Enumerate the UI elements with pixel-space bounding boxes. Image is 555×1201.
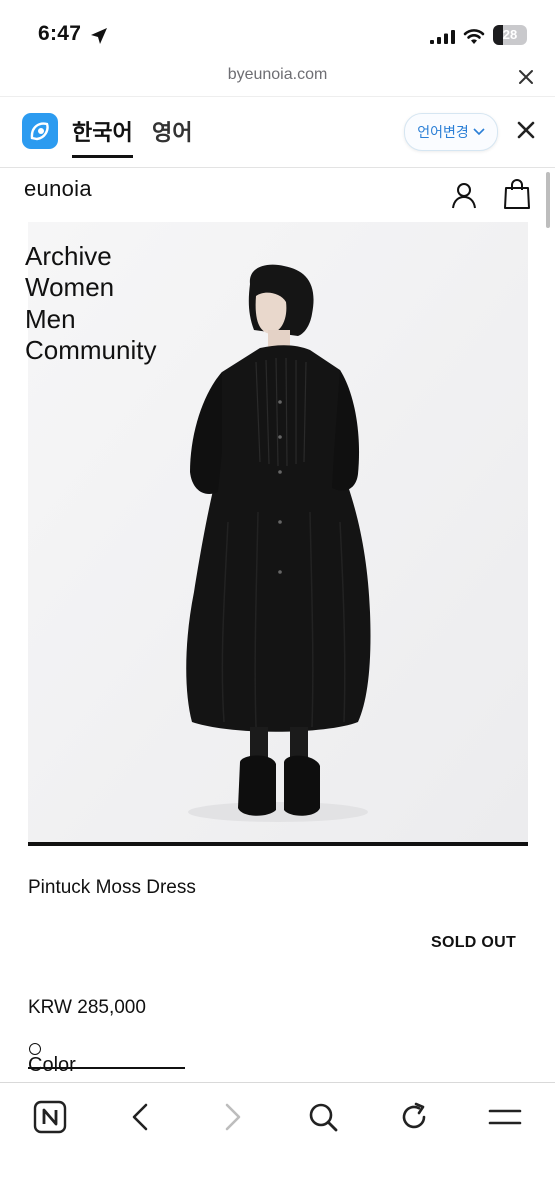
site-logo[interactable]: eunoia — [24, 176, 92, 202]
product-name: Pintuck Moss Dress — [28, 877, 196, 898]
menu-icon[interactable] — [488, 1100, 522, 1134]
back-icon[interactable] — [124, 1100, 158, 1134]
reload-icon[interactable] — [397, 1100, 431, 1134]
close-icon[interactable] — [515, 119, 537, 141]
color-option-underline — [28, 1067, 185, 1069]
location-arrow-icon — [91, 28, 107, 44]
chevron-down-icon — [473, 128, 485, 136]
nav-archive[interactable]: Archive — [25, 241, 112, 272]
papago-icon[interactable] — [22, 113, 58, 149]
divider — [28, 842, 528, 846]
status-time: 6:47 — [38, 22, 82, 45]
tab-source-language[interactable]: 한국어 — [72, 115, 133, 158]
tab-target-language[interactable]: 영어 — [152, 115, 192, 147]
scrollbar[interactable] — [546, 172, 550, 228]
color-option-label[interactable]: Color — [28, 1054, 76, 1077]
user-icon[interactable] — [450, 181, 478, 209]
close-icon[interactable] — [515, 66, 537, 88]
wifi-icon — [463, 29, 485, 44]
browser-toolbar — [0, 1082, 555, 1201]
nav-men[interactable]: Men — [25, 304, 76, 335]
translate-bar: 한국어 영어 언어변경 — [0, 96, 555, 168]
cellular-signal-icon — [430, 30, 455, 44]
shopping-bag-icon[interactable] — [503, 178, 531, 210]
nav-community[interactable]: Community — [25, 335, 156, 366]
search-icon[interactable] — [306, 1100, 340, 1134]
forward-icon[interactable] — [215, 1100, 249, 1134]
battery-icon: 28 — [493, 25, 527, 45]
change-language-button[interactable]: 언어변경 — [404, 113, 498, 151]
nav-women[interactable]: Women — [25, 272, 114, 303]
change-language-label: 언어변경 — [417, 124, 469, 140]
url-bar[interactable]: byeunoia.com — [0, 66, 555, 84]
status-badge: SOLD OUT — [431, 934, 517, 951]
product-image — [28, 222, 528, 842]
battery-level: 28 — [502, 27, 518, 42]
product-price: KRW 285,000 — [28, 997, 146, 1018]
naver-icon[interactable] — [33, 1100, 67, 1134]
model-figure — [28, 222, 528, 842]
